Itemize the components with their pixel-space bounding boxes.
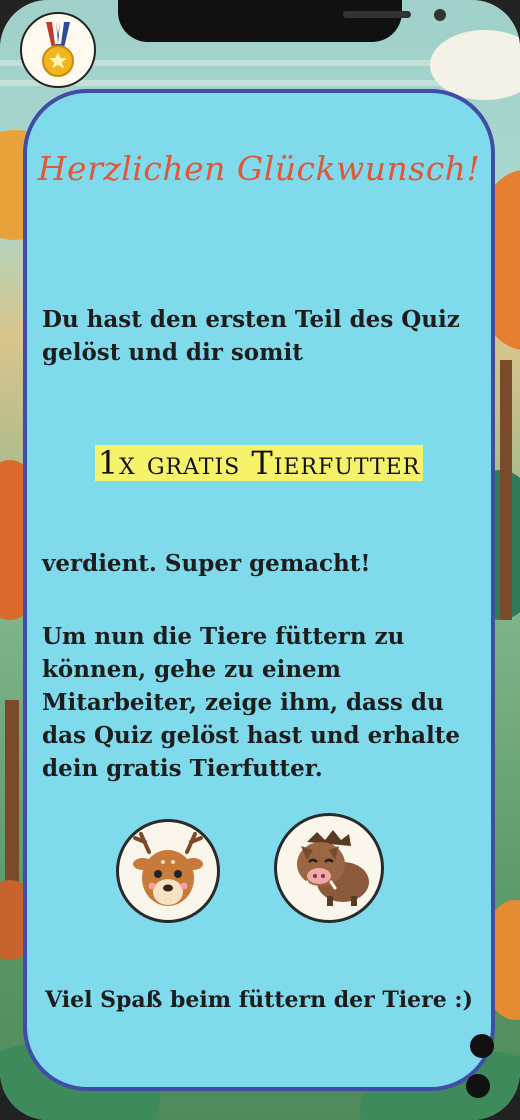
congratulations-heading: Herzlichen Glückwunsch! (37, 149, 481, 188)
background-trunk (500, 360, 512, 620)
intro-text: Du hast den ersten Teil des Quiz gelöst … (42, 306, 460, 366)
deer-icon (133, 832, 203, 906)
device-notch (118, 0, 446, 42)
congratulations-card: Herzlichen Glückwunsch! Du hast den erst… (23, 89, 495, 1091)
page-indicator-dot (470, 1034, 494, 1058)
instructions-text: Um nun die Tiere füttern zu können, gehe… (42, 623, 460, 782)
medal-icon (42, 22, 74, 77)
closing-message: Viel Spaß beim füttern der Tiere :) (45, 987, 473, 1013)
front-camera (434, 9, 446, 21)
deer-avatar (116, 819, 220, 923)
speaker-grille (343, 11, 411, 18)
reward-text: 1x gratis Tierfutter (94, 445, 424, 481)
reward-banner: 1x gratis Tierfutter (27, 445, 491, 481)
earned-text: verdient. Super gemacht! (42, 550, 371, 577)
medal-badge (20, 12, 96, 88)
phone-screen: Herzlichen Glückwunsch! Du hast den erst… (0, 0, 520, 1120)
boar-icon (297, 830, 369, 906)
page-indicator-dot (466, 1074, 490, 1098)
boar-avatar (274, 813, 384, 923)
